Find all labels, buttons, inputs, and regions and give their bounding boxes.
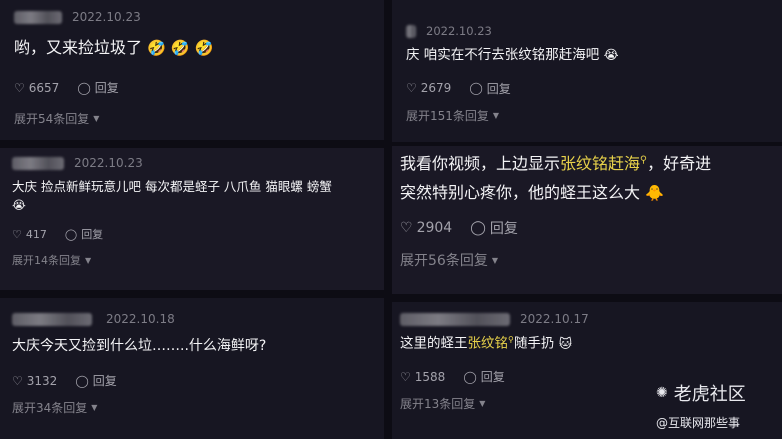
watermark: ✺ 老虎社区 @互联网那些事: [656, 380, 780, 431]
blurred-username: [12, 156, 64, 170]
reply-button[interactable]: ◯ 回复: [463, 368, 504, 385]
panel-top-left: 2022.10.23 哟，又来捡垃圾了 🤣 🤣 🤣 ♡ 6657 ◯ 回复 展开54…: [0, 0, 384, 140]
reply-label: 回复: [486, 81, 511, 96]
comment-date: 2022.10.17: [520, 312, 589, 326]
crying-emoji: 😭: [12, 198, 26, 213]
chick-emoji: 🐥: [645, 184, 665, 203]
reply-button[interactable]: ◯ 回复: [75, 372, 116, 389]
reply-button[interactable]: ◯ 回复: [469, 80, 510, 97]
expand-replies-label: 展开54条回复: [14, 112, 90, 127]
watermark-brand: 老虎社区: [673, 384, 746, 405]
comment-text-part: 突然特别心疼你，他的蛏王这么大: [400, 183, 641, 203]
comment-text-part: 我看你视频，上边显示: [400, 154, 561, 173]
comment-text: 庆 咱实在不行去张纹铭那赶海吧: [406, 47, 600, 63]
expand-replies-link[interactable]: 展开14条回复 ▼: [12, 252, 384, 268]
like-button[interactable]: ♡ 1588: [400, 370, 445, 384]
cat-emoji: 🐱: [558, 336, 573, 352]
comment-bubble-icon: ◯: [64, 227, 78, 241]
comment-date: 2022.10.23: [72, 10, 141, 24]
expand-replies-label: 展开14条回复: [12, 254, 81, 268]
chevron-down-icon: ▼: [93, 114, 100, 124]
reply-button[interactable]: ◯ 回复: [77, 79, 118, 96]
reply-label: 回复: [489, 221, 518, 238]
comment-text: 哟，又来捡垃圾了: [14, 38, 143, 57]
laughing-emoji: 🤣 🤣 🤣: [147, 39, 214, 57]
panel-divider: [392, 294, 782, 302]
like-button[interactable]: ♡ 417: [12, 228, 47, 241]
panel-divider: [0, 290, 384, 298]
search-icon: ⚲: [640, 154, 648, 166]
comment-bubble-icon: ◯: [463, 369, 477, 384]
panel-mid-right: 我看你视频，上边显示张纹铭赶海⚲，好奇进 突然特别心疼你，他的蛏王这么大 🐥 ♡…: [392, 146, 782, 294]
reply-label: 回复: [92, 374, 117, 389]
panel-divider: [0, 140, 384, 148]
like-count: 1588: [414, 369, 446, 384]
comment-bubble-icon: ◯: [77, 80, 91, 95]
heart-icon: ♡: [14, 80, 25, 95]
heart-icon: ♡: [406, 81, 417, 96]
like-count: 3132: [26, 373, 58, 388]
expand-replies-link[interactable]: 展开151条回复 ▼: [406, 107, 782, 124]
chevron-down-icon: ▼: [479, 399, 486, 409]
heart-icon: ♡: [12, 373, 23, 388]
reply-label: 回复: [480, 370, 505, 385]
like-button[interactable]: ♡ 3132: [12, 374, 57, 388]
like-count: 6657: [28, 80, 60, 95]
like-button[interactable]: ♡ 2679: [406, 81, 451, 95]
reply-label: 回复: [81, 228, 104, 242]
chevron-down-icon: ▼: [85, 255, 92, 265]
comment-bubble-icon: ◯: [470, 220, 486, 237]
comment-date: 2022.10.23: [74, 156, 143, 170]
blurred-username: [400, 312, 510, 326]
like-count: 417: [25, 227, 47, 241]
tiger-logo-icon: ✺: [656, 385, 668, 401]
panel-mid-left: 2022.10.23 大庆 捡点新鲜玩意儿吧 每次都是蛏子 八爪鱼 猫眼螺 螃蟹…: [0, 148, 384, 290]
comment-text-part: 随手扔: [513, 335, 555, 352]
blurred-username: [12, 312, 92, 326]
panel-divider: [392, 142, 782, 146]
expand-replies-label: 展开34条回复: [12, 401, 88, 416]
like-count: 2904: [416, 220, 453, 237]
crying-emoji: 😭: [603, 48, 619, 63]
comment-text-part: 这里的蛏王: [400, 335, 468, 352]
chevron-down-icon: ▼: [492, 110, 500, 120]
heart-icon: ♡: [12, 227, 22, 241]
comment-text: 大庆 捡点新鲜玩意儿吧 每次都是蛏子 八爪鱼 猫眼螺 螃蟹: [12, 179, 332, 194]
chevron-down-icon: ▼: [91, 403, 98, 413]
comment-date: 2022.10.18: [106, 312, 175, 326]
reply-label: 回复: [94, 81, 119, 96]
reply-button[interactable]: ◯ 回复: [65, 226, 103, 242]
highlighted-search-link[interactable]: 张纹铭: [468, 336, 509, 352]
like-button[interactable]: ♡ 6657: [14, 81, 59, 95]
heart-icon: ♡: [400, 369, 411, 384]
comment-bubble-icon: ◯: [75, 373, 89, 388]
like-button[interactable]: ♡ 2904: [400, 220, 452, 236]
expand-replies-link[interactable]: 展开34条回复 ▼: [12, 399, 384, 416]
heart-icon: ♡: [400, 220, 413, 237]
highlighted-search-link[interactable]: 张纹铭赶海: [560, 154, 640, 173]
panel-divider: [384, 0, 392, 439]
watermark-handle: @互联网那些事: [656, 416, 741, 430]
comment-text-part: ，好奇进: [647, 154, 712, 173]
chevron-down-icon: ▼: [491, 255, 498, 265]
comment-text: 大庆今天又捡到什么垃……..什么海鲜呀?: [12, 338, 267, 354]
reply-button[interactable]: ◯ 回复: [470, 218, 518, 238]
expand-replies-label: 展开151条回复: [406, 108, 489, 123]
expand-replies-link[interactable]: 展开54条回复 ▼: [14, 110, 384, 127]
comment-bubble-icon: ◯: [469, 81, 483, 96]
panel-top-right: 2022.10.23 庆 咱实在不行去张纹铭那赶海吧 😭 ♡ 2679 ◯ 回复 展…: [392, 0, 782, 142]
like-count: 2679: [420, 81, 452, 96]
expand-replies-link[interactable]: 展开56条回复 ▼: [400, 250, 782, 270]
panel-bottom-left: 2022.10.18 大庆今天又捡到什么垃……..什么海鲜呀? ♡ 3132 ◯ 回…: [0, 298, 384, 439]
blurred-username: [406, 24, 416, 38]
comment-date: 2022.10.23: [426, 24, 492, 38]
expand-replies-label: 展开13条回复: [400, 397, 476, 412]
blurred-username: [14, 10, 62, 24]
expand-replies-label: 展开56条回复: [400, 253, 488, 270]
